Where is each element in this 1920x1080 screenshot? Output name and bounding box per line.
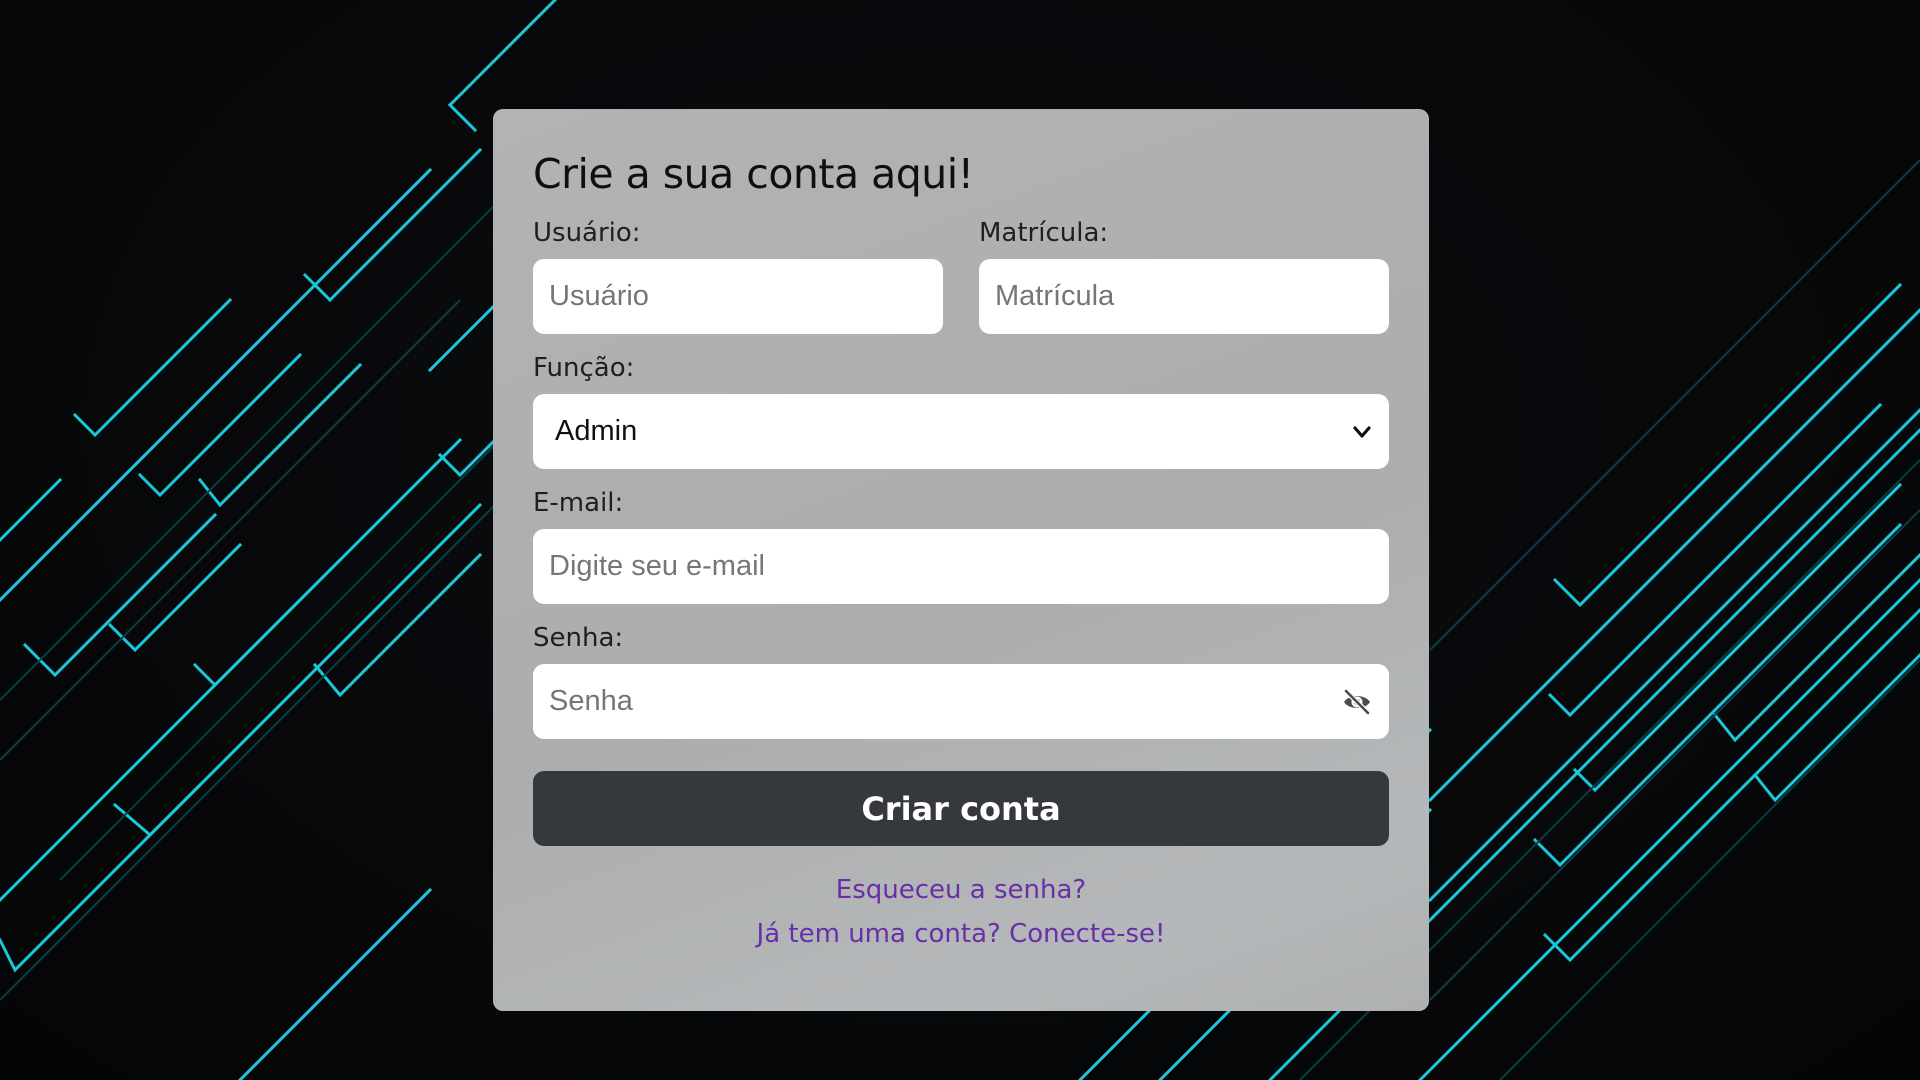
login-link[interactable]: Já tem uma conta? Conecte-se!: [533, 912, 1389, 956]
senha-label: Senha:: [533, 623, 624, 653]
email-label: E-mail:: [533, 488, 624, 518]
matricula-input-wrapper: [979, 259, 1389, 334]
forgot-password-link[interactable]: Esqueceu a senha?: [533, 868, 1389, 912]
usuario-input[interactable]: [533, 259, 943, 334]
funcao-select[interactable]: Admin: [533, 394, 1389, 469]
senha-input-wrapper: [533, 664, 1389, 739]
eye-slash-icon[interactable]: [1341, 686, 1373, 718]
matricula-label: Matrícula:: [979, 218, 1109, 248]
usuario-label: Usuário:: [533, 218, 641, 248]
usuario-input-wrapper: [533, 259, 943, 334]
auth-links: Esqueceu a senha? Já tem uma conta? Cone…: [533, 868, 1389, 956]
user-matricula-row: Usuário: Matrícula:: [533, 199, 1389, 334]
matricula-field-group: Matrícula:: [979, 199, 1389, 334]
email-input-wrapper: [533, 529, 1389, 604]
chevron-down-icon: [1353, 426, 1371, 438]
matricula-input[interactable]: [979, 259, 1389, 334]
funcao-selected-value: Admin: [555, 415, 638, 447]
page-title: Crie a sua conta aqui!: [533, 150, 974, 198]
usuario-field-group: Usuário:: [533, 199, 943, 334]
signup-card: Crie a sua conta aqui! Usuário: Matrícul…: [493, 109, 1429, 1011]
senha-input[interactable]: [533, 664, 1389, 739]
funcao-label: Função:: [533, 353, 635, 383]
create-account-button[interactable]: Criar conta: [533, 771, 1389, 846]
email-input[interactable]: [533, 529, 1389, 604]
